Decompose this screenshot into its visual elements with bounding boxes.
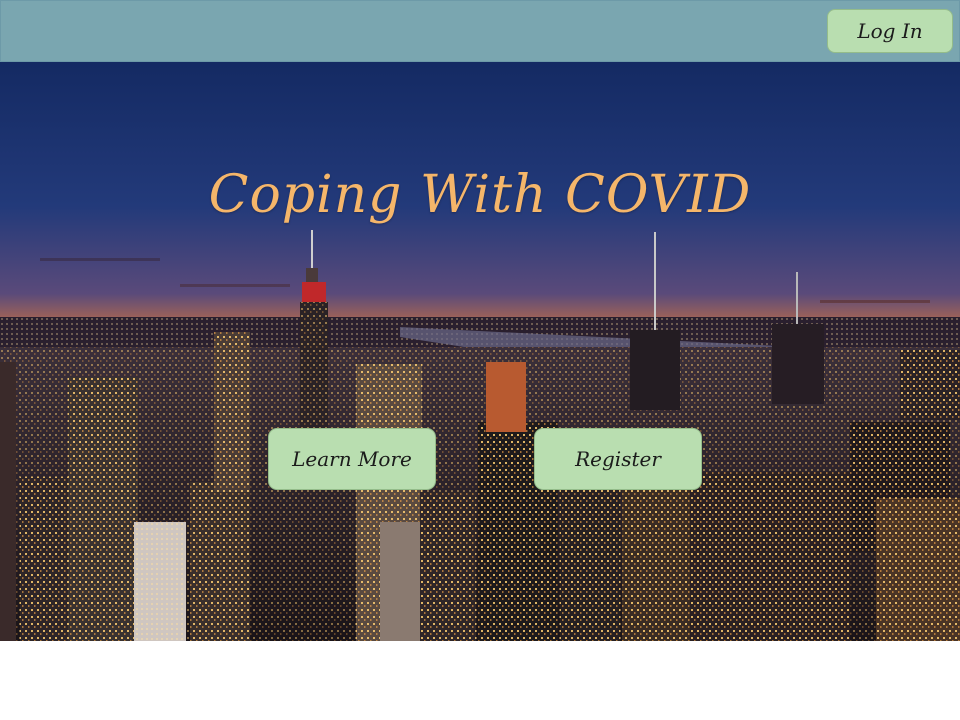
learn-more-button[interactable]: Learn More [268,428,436,490]
hero-title: Coping With COVID [208,165,752,225]
register-button[interactable]: Register [534,428,702,490]
login-button[interactable]: Log In [827,9,953,53]
hero-city-skyline-image [0,62,960,641]
skyline-illustration [0,62,960,641]
top-header-bar: Log In [0,0,960,62]
